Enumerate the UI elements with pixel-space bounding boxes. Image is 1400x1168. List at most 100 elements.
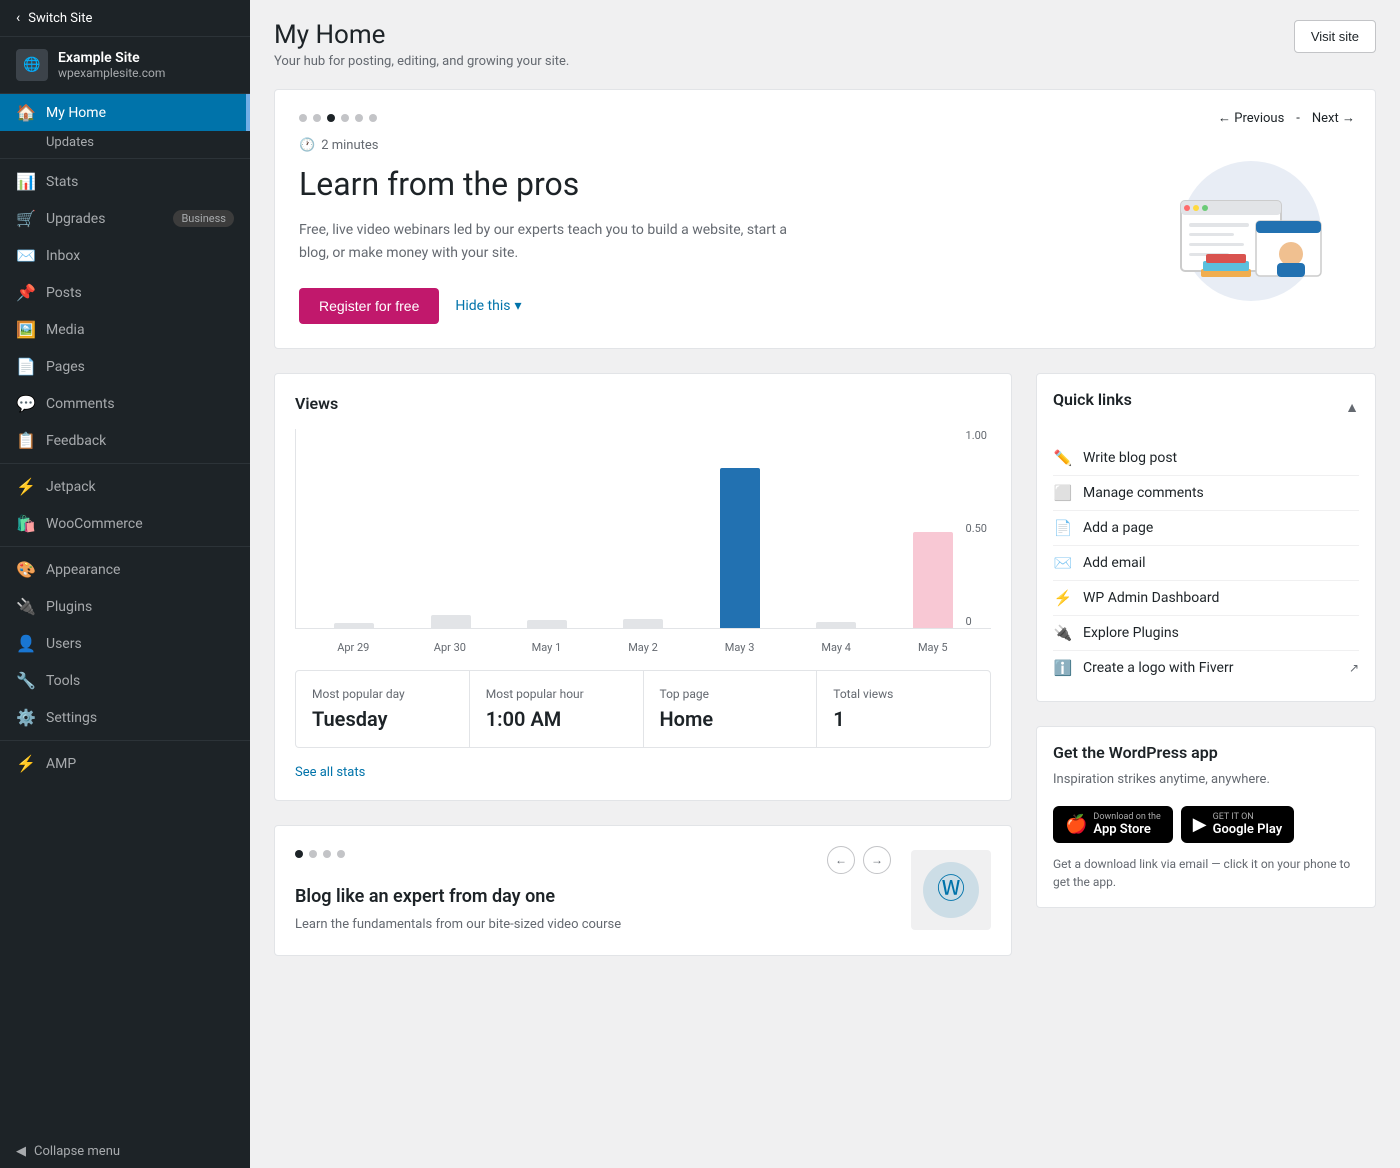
stat-cell: Total views1 — [817, 671, 990, 747]
nav-divider-4 — [0, 740, 250, 741]
feedback-icon: 📋 — [16, 431, 36, 450]
hide-link[interactable]: Hide this ▾ — [455, 298, 521, 314]
sidebar-item-users[interactable]: 👤 Users — [0, 625, 250, 662]
quick-link-label: Explore Plugins — [1083, 625, 1179, 641]
dot-4[interactable] — [341, 114, 349, 122]
previous-button[interactable]: ← Previous — [1218, 110, 1284, 126]
y-axis-label: 0 — [966, 615, 987, 628]
inbox-icon: ✉️ — [16, 246, 36, 265]
nav-divider-3 — [0, 546, 250, 547]
apple-icon: 🍎 — [1065, 814, 1087, 835]
visit-site-button[interactable]: Visit site — [1294, 20, 1376, 53]
sidebar-item-stats[interactable]: 📊 Stats — [0, 163, 250, 200]
blog-prev-button[interactable]: ← — [827, 846, 855, 874]
blog-dot-3[interactable] — [323, 850, 331, 858]
blog-card-nav: ← → — [827, 846, 891, 874]
collapse-quick-links-icon[interactable]: ▲ — [1345, 399, 1359, 416]
hide-label: Hide this — [455, 298, 510, 314]
pages-icon: 📄 — [16, 357, 36, 376]
sidebar-item-label: Upgrades — [46, 211, 105, 227]
woocommerce-icon: 🛍️ — [16, 514, 36, 533]
quick-link-item[interactable]: ℹ️ Create a logo with Fiverr ↗ — [1053, 651, 1359, 685]
stats-icon: 📊 — [16, 172, 36, 191]
sidebar-item-pages[interactable]: 📄 Pages — [0, 348, 250, 385]
google-play-badge[interactable]: ▶ GET IT ON Google Play — [1181, 806, 1294, 843]
sidebar-item-label: Jetpack — [46, 479, 96, 495]
stat-value: 1:00 AM — [486, 707, 627, 731]
blog-dot-2[interactable] — [309, 850, 317, 858]
sidebar-item-amp[interactable]: ⚡ AMP — [0, 745, 250, 782]
quick-link-label: Manage comments — [1083, 485, 1204, 501]
svg-text:Ⓦ: Ⓦ — [937, 872, 965, 905]
quick-link-icon: ✏️ — [1053, 449, 1073, 467]
sidebar-item-plugins[interactable]: 🔌 Plugins — [0, 588, 250, 625]
sidebar-item-my-home[interactable]: 🏠 My Home — [0, 94, 250, 131]
sidebar-item-label: WooCommerce — [46, 516, 143, 532]
quick-link-item[interactable]: 📄 Add a page — [1053, 511, 1359, 546]
sidebar-item-posts[interactable]: 📌 Posts — [0, 274, 250, 311]
external-link-icon: ↗ — [1349, 661, 1359, 675]
left-column: Views 1.000.500 Apr 29Apr 30May 1May 2Ma… — [274, 373, 1012, 956]
chart-bar — [623, 619, 663, 629]
sidebar-item-tools[interactable]: 🔧 Tools — [0, 662, 250, 699]
sidebar: ‹ Switch Site 🌐 Example Site wpexamplesi… — [0, 0, 250, 1168]
sidebar-item-inbox[interactable]: ✉️ Inbox — [0, 237, 250, 274]
quick-link-item[interactable]: ✏️ Write blog post — [1053, 441, 1359, 476]
sidebar-item-comments[interactable]: 💬 Comments — [0, 385, 250, 422]
switch-site-button[interactable]: ‹ Switch Site — [0, 0, 250, 37]
chart-bar — [913, 532, 953, 628]
sidebar-item-label: Comments — [46, 396, 115, 412]
dot-1[interactable] — [299, 114, 307, 122]
page-title-block: My Home Your hub for posting, editing, a… — [274, 20, 569, 69]
main-content: My Home Your hub for posting, editing, a… — [250, 0, 1400, 1168]
next-button[interactable]: Next → — [1312, 110, 1355, 126]
dot-5[interactable] — [355, 114, 363, 122]
sidebar-item-media[interactable]: 🖼️ Media — [0, 311, 250, 348]
google-play-main: Google Play — [1213, 822, 1283, 837]
blog-dot-1[interactable] — [295, 850, 303, 858]
prev-next-nav: ← Previous - Next → — [1218, 110, 1355, 126]
quick-link-icon: 📄 — [1053, 519, 1073, 537]
app-store-badge[interactable]: 🍎 Download on the App Store — [1053, 806, 1173, 843]
collapse-label: Collapse menu — [34, 1144, 120, 1159]
quick-link-item[interactable]: ⚡ WP Admin Dashboard — [1053, 581, 1359, 616]
register-button[interactable]: Register for free — [299, 288, 439, 324]
sidebar-item-settings[interactable]: ⚙️ Settings — [0, 699, 250, 736]
settings-icon: ⚙️ — [16, 708, 36, 727]
see-all-stats-link[interactable]: See all stats — [295, 765, 365, 780]
content-grid: Views 1.000.500 Apr 29Apr 30May 1May 2Ma… — [274, 373, 1376, 956]
promo-description: Free, live video webinars led by our exp… — [299, 219, 799, 264]
stat-value: Home — [660, 707, 801, 731]
collapse-menu-button[interactable]: ◀ Collapse menu — [0, 1135, 250, 1168]
promo-card: ← Previous - Next → 🕐 2 minutes Learn fr… — [274, 89, 1376, 349]
sidebar-item-jetpack[interactable]: ⚡ Jetpack — [0, 468, 250, 505]
chevron-left-icon: ‹ — [16, 10, 20, 26]
site-avatar: 🌐 — [16, 49, 48, 81]
sidebar-item-upgrades[interactable]: 🛒 Upgrades Business — [0, 200, 250, 237]
quick-link-item[interactable]: ✉️ Add email — [1053, 546, 1359, 581]
page-subtitle: Your hub for posting, editing, and growi… — [274, 54, 569, 69]
collapse-icon: ◀ — [16, 1144, 26, 1159]
separator: - — [1296, 111, 1300, 126]
blog-next-button[interactable]: → — [863, 846, 891, 874]
quick-link-item[interactable]: 🔌 Explore Plugins — [1053, 616, 1359, 651]
sidebar-sub-updates[interactable]: Updates — [0, 131, 250, 154]
amp-icon: ⚡ — [16, 754, 36, 773]
blog-dot-4[interactable] — [337, 850, 345, 858]
quick-link-item[interactable]: ⬜ Manage comments — [1053, 476, 1359, 511]
chart-bar — [527, 620, 567, 628]
sidebar-item-feedback[interactable]: 📋 Feedback — [0, 422, 250, 459]
sidebar-item-woocommerce[interactable]: 🛍️ WooCommerce — [0, 505, 250, 542]
dot-2[interactable] — [313, 114, 321, 122]
dot-3[interactable] — [327, 114, 335, 122]
quick-link-icon: ✉️ — [1053, 554, 1073, 572]
sidebar-item-label: Stats — [46, 174, 78, 190]
sidebar-item-appearance[interactable]: 🎨 Appearance — [0, 551, 250, 588]
page-header: My Home Your hub for posting, editing, a… — [274, 20, 1376, 69]
promo-time: 🕐 2 minutes — [299, 138, 1131, 153]
stat-cell: Most popular hour1:00 AM — [470, 671, 643, 747]
x-axis-label: May 1 — [498, 641, 595, 654]
y-axis-labels: 1.000.500 — [962, 429, 991, 628]
dot-6[interactable] — [369, 114, 377, 122]
bar-group — [402, 615, 498, 628]
